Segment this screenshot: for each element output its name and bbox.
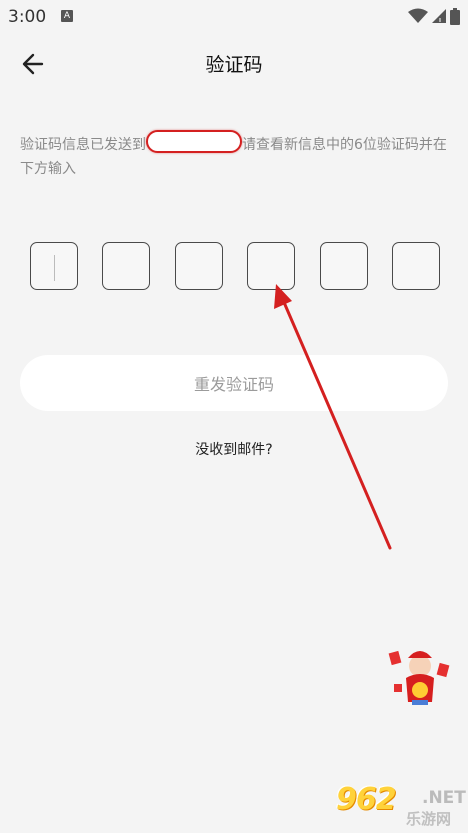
mascot-sticker-icon — [388, 650, 450, 705]
code-digit-box-1[interactable] — [30, 242, 78, 290]
verification-info-text: 验证码信息已发送到 请查看新信息中的6位验证码并在下方输入 — [20, 130, 450, 181]
no-email-received-link[interactable]: 没收到邮件? — [0, 439, 468, 459]
redaction-mark — [146, 130, 242, 153]
signal-icon — [432, 9, 446, 23]
site-watermark: 962 .NET 乐游网 — [336, 782, 466, 830]
toolbar: 验证码 — [0, 34, 468, 92]
status-time: 3:00 — [8, 7, 47, 27]
code-digit-box-3[interactable] — [174, 242, 223, 290]
code-input-boxes — [30, 242, 440, 292]
text-cursor — [54, 255, 55, 281]
code-digit-box-4[interactable] — [247, 242, 296, 290]
battery-icon — [450, 7, 460, 25]
watermark-suffix: .NET — [422, 788, 466, 808]
code-digit-box-5[interactable] — [319, 242, 368, 290]
wifi-icon — [408, 8, 428, 23]
annotation-arrow — [274, 284, 392, 550]
code-digit-box-2[interactable] — [102, 242, 151, 290]
status-icons — [408, 6, 460, 26]
watermark-logo: 962 — [336, 782, 397, 817]
accessibility-notification-icon: A — [61, 10, 73, 22]
status-bar: 3:00 A — [0, 0, 468, 34]
watermark-site-name: 乐游网 — [406, 810, 452, 828]
resend-code-button[interactable]: 重发验证码 — [20, 355, 448, 411]
page-title: 验证码 — [205, 54, 263, 76]
code-digit-box-6[interactable] — [391, 242, 440, 290]
info-text-before: 验证码信息已发送到 — [20, 137, 146, 153]
